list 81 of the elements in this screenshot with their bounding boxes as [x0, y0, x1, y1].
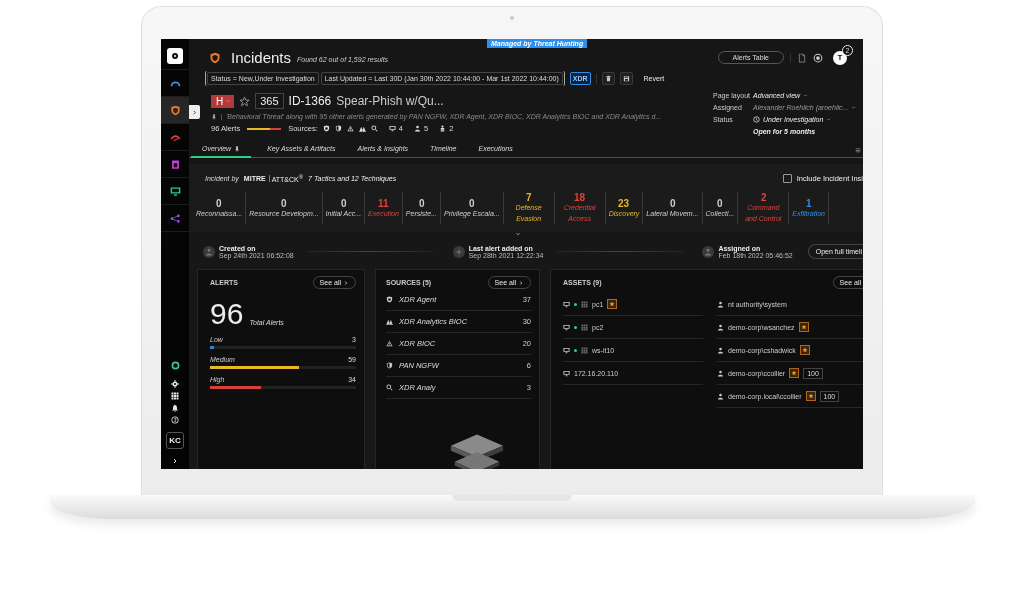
person-icon — [439, 125, 447, 132]
logo-icon — [167, 48, 183, 64]
pin-icon — [234, 145, 241, 152]
nodes-icon — [169, 212, 181, 224]
tactic-count: 0 — [669, 197, 676, 209]
plus-icon — [452, 245, 465, 258]
shield-icon — [209, 51, 221, 64]
user-icon — [717, 300, 724, 308]
warning-icon — [346, 125, 354, 132]
tactic-count: 0 — [281, 197, 287, 209]
tactic-count: 1 — [805, 197, 812, 209]
user-avatar[interactable]: KC — [166, 432, 184, 449]
app-icon — [169, 158, 181, 170]
half-shield-icon — [334, 125, 342, 132]
chevron-right-icon[interactable] — [171, 457, 179, 465]
user-icon — [717, 369, 724, 377]
incident-score: 365 — [255, 93, 284, 109]
camera-dot — [510, 16, 514, 20]
avatar-icon — [203, 245, 215, 258]
user-icon — [717, 392, 724, 400]
warning-icon — [386, 340, 393, 348]
triangles-icon — [358, 125, 366, 132]
monitor-icon — [388, 125, 396, 132]
tactic-count: 11 — [378, 197, 389, 209]
monitor-icon — [169, 185, 181, 197]
grid-icon[interactable] — [171, 392, 179, 400]
incident-id: ID-1366 — [288, 94, 332, 108]
nav-item[interactable] — [161, 97, 189, 124]
save-button[interactable] — [619, 72, 633, 85]
trash-icon — [604, 75, 612, 82]
ring-icon[interactable] — [170, 361, 180, 370]
tactic-count: 0 — [717, 197, 723, 209]
clock-icon — [753, 115, 760, 123]
delete-button[interactable] — [601, 72, 615, 85]
save-icon — [622, 75, 630, 82]
monitor-icon — [563, 346, 570, 354]
help-icon[interactable] — [171, 416, 179, 424]
menu-icon[interactable] — [855, 147, 861, 153]
page-title: Incidents — [231, 49, 292, 66]
user-avatar[interactable]: T — [833, 50, 847, 65]
severity-bar — [247, 127, 282, 130]
total-alerts: 96 — [210, 299, 244, 330]
tactic-count: 2 — [760, 192, 767, 204]
chevron-down-icon[interactable] — [515, 231, 521, 238]
monitor-icon — [563, 300, 570, 308]
grid-icon — [581, 346, 588, 354]
user-icon — [413, 125, 421, 132]
tactic-count: 23 — [618, 197, 630, 209]
settings-icon[interactable] — [171, 380, 179, 388]
pin-icon[interactable] — [211, 113, 217, 120]
tactic-count: 0 — [469, 197, 475, 209]
checkbox[interactable] — [782, 174, 792, 184]
shield-icon — [169, 104, 181, 116]
shield-icon — [386, 296, 393, 304]
chevron-right-icon — [343, 279, 349, 286]
user-icon — [717, 323, 724, 331]
triangles-icon — [386, 318, 393, 326]
chevron-right-icon — [518, 279, 524, 286]
grid-icon — [581, 323, 588, 331]
bell-icon[interactable] — [171, 404, 179, 412]
tactic-count: 18 — [574, 192, 586, 204]
expand-handle[interactable] — [189, 105, 200, 119]
monitor-icon — [563, 323, 570, 331]
tactic-count: 0 — [216, 197, 222, 209]
tactic-count: 0 — [418, 197, 425, 209]
document-icon[interactable] — [797, 52, 807, 63]
severity-dropdown[interactable]: H — [211, 94, 235, 108]
search-icon — [370, 125, 378, 132]
chevron-down-icon — [225, 98, 232, 104]
avatar-icon — [702, 245, 715, 258]
target-icon[interactable] — [813, 52, 823, 63]
grid-icon — [581, 300, 588, 308]
half-shield-icon — [386, 362, 393, 370]
monitor-icon — [563, 369, 570, 377]
incident-name: Spear-Phish w/Qu... — [336, 94, 444, 108]
tactic-count: 0 — [340, 197, 347, 209]
search-icon — [386, 384, 393, 392]
tactic-count: 7 — [525, 192, 532, 204]
star-icon[interactable] — [239, 95, 251, 107]
user-icon — [717, 346, 724, 354]
shield-icon — [322, 125, 330, 132]
